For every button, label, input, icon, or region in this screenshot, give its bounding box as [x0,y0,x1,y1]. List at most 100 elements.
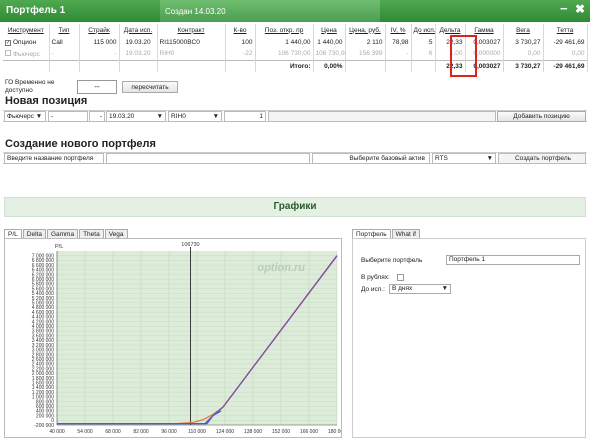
cell: 78,98 [385,36,412,48]
days-label: До исп.: [361,286,385,293]
cell: 6 [411,48,436,60]
cell: 100 [225,36,256,48]
col-header[interactable]: Страйк [79,24,120,36]
created-date: Создан 14.03.20 [160,0,380,22]
pl-chart-box: option.ru -200 000 0 200 000 400 000 600 000 8… [4,238,342,438]
col-header[interactable]: К-во [225,24,256,36]
cell: 106 730,00 [255,48,314,60]
col-header[interactable]: IV, % [385,24,412,36]
col-header[interactable]: Поз. откр. пр [255,24,314,36]
days-select[interactable]: В днях ▼ [389,284,451,294]
x-tick-label: 180 000 [328,429,341,435]
row-checkbox[interactable]: ✓ [5,39,11,46]
portfolio-name-input[interactable]: Введите название портфеля [4,153,104,164]
col-header[interactable]: Вега [503,24,544,36]
table-row[interactable]: Фьючерс - - 19.03.20 RIH0 -22 106 730,00… [3,48,588,60]
position-contract-select[interactable]: RIH0 ▼ [168,111,222,122]
current-price-label: 106730 [181,242,199,248]
x-tick-label: 40 000 [49,429,65,435]
delta-highlight [450,35,477,77]
rub-label: В рублях: [361,274,390,281]
base-asset-label: Выберите базовый актив [312,153,430,164]
add-position-button[interactable]: Добавить позицию [497,111,586,122]
cell: 1 440,00 [313,36,346,48]
graphs-header: Графики [4,197,586,217]
cell: Фьючерс [13,50,40,58]
row-checkbox[interactable] [5,49,11,56]
col-header[interactable]: Тип [49,24,80,36]
total-vega: 3 730,27 [503,59,544,72]
portfolio-select[interactable]: Портфель 1 [446,255,580,265]
watermark: option.ru [257,262,305,274]
rub-checkbox[interactable] [397,274,404,281]
col-header[interactable]: Дата исп. [119,24,158,36]
cell: 0,00 [503,48,544,60]
position-field-2[interactable]: - [89,111,105,122]
chevron-down-icon: ▼ [486,155,493,162]
position-extra-field [268,111,496,122]
positions-table: Инструмент Тип Страйк Дата исп. Контракт… [3,24,588,72]
total-label: Итого: [255,59,314,72]
chevron-down-icon: ▼ [441,285,448,292]
cell: 2 110 [345,36,386,48]
x-tick-label: 96 000 [161,429,177,435]
table-row[interactable]: ✓ Опцион Call 115 000 19.03.20 RI115000BC… [3,36,588,48]
x-tick-label: 166 000 [300,429,318,435]
cell: 19.03.20 [119,48,158,60]
cell: - [49,48,80,60]
cell: 1 440,00 [255,36,314,48]
portfolio-name-extra[interactable] [106,153,310,164]
y-axis-label: P/L [55,244,63,250]
create-portfolio-title: Создание нового портфеля [5,138,156,150]
portfolio-title: Портфель 1 [6,5,66,16]
col-header[interactable]: Контракт [157,24,226,36]
col-header[interactable]: Цена, руб. [345,24,386,36]
chevron-down-icon: ▼ [212,113,219,120]
chevron-down-icon: ▼ [156,113,163,120]
total-pct: 0,00% [313,59,346,72]
go-label: ГО Временно не доступно [5,79,55,94]
base-asset-select[interactable]: RTS ▼ [432,153,496,164]
position-type-select[interactable]: Фьючерс ▼ [4,111,46,122]
col-header[interactable]: Тетта [543,24,588,36]
x-tick-label: 138 000 [244,429,262,435]
cell: RIH0 [157,48,226,60]
position-date-select[interactable]: 19.03.20 ▼ [106,111,166,122]
cell: - [79,48,120,60]
close-icon[interactable]: ✖ [575,2,585,16]
days-value: В днях [392,285,413,292]
total-theta: -29 461,69 [543,59,588,72]
portfolio-titlebar: Портфель 1 Создан 14.03.20 − ✖ [0,0,590,22]
cell: -29 461,69 [543,36,588,48]
cell: 0,00 [543,48,588,60]
cell: 106 730,00 [313,48,346,60]
cell: Опцион [13,38,37,46]
position-qty-input[interactable]: 1 [224,111,266,122]
x-tick-label: 82 000 [133,429,149,435]
cell: Call [49,36,80,48]
cell: -22 [225,48,256,60]
x-tick-label: 124 000 [216,429,234,435]
minimize-icon[interactable]: − [560,1,568,16]
cell: - [385,48,412,60]
position-contract: RIH0 [171,113,186,120]
col-header[interactable]: Цена [313,24,346,36]
table-header: Инструмент Тип Страйк Дата исп. Контракт… [3,24,588,36]
recalc-button[interactable]: пересчитать [122,81,178,93]
cell: RI115000BC0 [157,36,226,48]
x-tick-label: 54 000 [77,429,93,435]
base-asset-value: RTS [435,155,448,162]
new-position-title: Новая позиция [5,95,88,107]
col-header[interactable]: Инструмент [3,24,50,36]
create-portfolio-button[interactable]: Создать портфель [498,153,586,164]
portfolio-panel: Выберите портфель Портфель 1 В рублях: Д… [352,238,586,438]
position-date: 19.03.20 [109,113,135,120]
cell: 19.03.20 [119,36,158,48]
x-tick-label: 68 000 [105,429,121,435]
total-row: Итого: 0,00% 22,33 0,003027 3 730,27 -29… [3,59,588,72]
pl-chart: option.ru-200 0000200 000400 000600 0008… [32,242,341,435]
cell: 115 000 [79,36,120,48]
position-field-1[interactable]: - [48,111,88,122]
portfolio-select-label: Выберите портфель [361,257,423,264]
col-header[interactable]: До исп. [411,24,436,36]
